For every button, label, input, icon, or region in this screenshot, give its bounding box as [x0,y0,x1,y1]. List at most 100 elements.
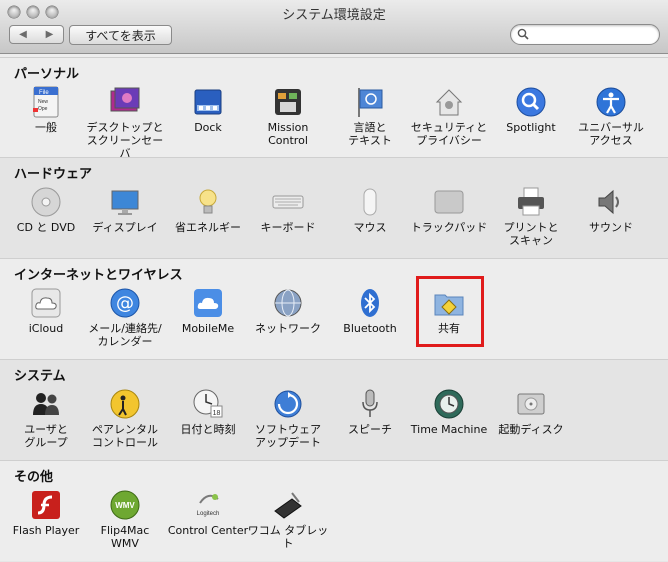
icloud-icon [31,288,61,318]
clock-calendar-icon: 18 [193,389,223,418]
pane-speech[interactable]: スピーチ [329,388,411,436]
pane-sound[interactable]: サウンド [570,186,652,234]
section-title: インターネットとワイヤレス [14,268,183,283]
pane-label: Dock [194,121,222,134]
section-internet-wireless: インターネットとワイヤレス iCloud @ メール/連絡先/ カレンダー Mo… [0,258,668,359]
pane-label: ユニバーサル アクセス [578,121,644,147]
show-all-button[interactable]: すべてを表示 [69,25,172,45]
pane-icloud[interactable]: iCloud [5,287,87,335]
display-icon [111,190,139,215]
pane-label: 言語と テキスト [348,121,392,147]
flash-player-icon [32,491,60,519]
pane-label: キーボード [260,221,316,234]
pane-label: 省エネルギー [175,221,241,234]
sharing-highlight-box [416,276,484,347]
printer-icon [518,187,544,216]
svg-text:Logitech: Logitech [197,511,220,517]
general-icon: File New Ope [33,86,59,118]
mouse-icon [363,188,377,216]
title-bar: システム環境設定 ◀ ▶ すべてを表示 [0,0,668,54]
pane-label: ペアレンタル コントロール [92,423,158,449]
trackpad-icon [434,190,464,214]
pane-dock[interactable]: Dock [167,86,249,134]
wacom-tablet-icon [274,492,302,519]
pane-cd-dvd[interactable]: CD と DVD [5,186,87,234]
pane-trackpad[interactable]: トラックパッド [408,186,490,234]
pane-label: Flip4Mac WMV [100,524,150,550]
at-sign-icon: @ [110,288,140,318]
pane-label: トラックパッド [410,221,488,234]
search-input[interactable] [533,27,657,44]
pane-mail-contacts-calendars[interactable]: @ メール/連絡先/ カレンダー [84,287,166,348]
pane-label: Bluetooth [343,322,397,335]
svg-text:File: File [39,90,49,96]
pane-label: 起動ディスク [498,423,564,436]
language-flag-icon [358,88,383,117]
pane-displays[interactable]: ディスプレイ [84,186,166,234]
pane-time-machine[interactable]: Time Machine [408,388,490,436]
section-title: その他 [14,470,54,485]
pane-label: Spotlight [506,121,556,134]
pane-label: ユーザと グループ [24,423,68,449]
svg-text:WMV: WMV [115,501,135,510]
pane-startup-disk[interactable]: 起動ディスク [490,388,572,436]
pane-flip4mac[interactable]: WMV Flip4Mac WMV [84,489,166,550]
pane-label: デスクトップと スクリーンセーバ [86,121,164,160]
pane-print-scan[interactable]: プリントと スキャン [490,186,572,247]
logitech-icon: Logitech [197,494,220,517]
pane-general[interactable]: File New Ope 一般 [5,86,87,134]
pane-label: 日付と時刻 [180,423,236,436]
svg-text:@: @ [116,293,134,314]
hard-disk-icon [517,393,545,415]
pane-flash-player[interactable]: Flash Player [5,489,87,537]
pane-language-text[interactable]: 言語と テキスト [329,86,411,147]
pane-label: ネットワーク [255,322,321,335]
pane-mobileme[interactable]: MobileMe [167,287,249,335]
speaker-icon [598,189,619,215]
pane-keyboard[interactable]: キーボード [247,186,329,234]
pane-label: メール/連絡先/ カレンダー [88,322,162,348]
house-security-icon [435,89,463,116]
pane-label: MobileMe [181,322,235,335]
forward-arrow-icon: ▶ [45,29,54,40]
users-icon [33,393,59,415]
pane-label: 一般 [35,121,57,134]
pane-spotlight[interactable]: Spotlight [490,86,572,134]
dock-icon [194,89,222,115]
mobileme-cloud-icon [194,289,222,317]
keyboard-icon [272,195,304,209]
back-button[interactable]: ◀ [9,25,37,44]
search-field[interactable] [510,24,660,45]
pane-bluetooth[interactable]: Bluetooth [329,287,411,335]
network-globe-icon [274,289,302,317]
pane-security-privacy[interactable]: セキュリティと プライバシー [408,86,490,147]
pane-energy-saver[interactable]: 省エネルギー [167,186,249,234]
section-personal: パーソナル File New Ope 一般 デスクトップと スクリーンセーバ D… [0,57,668,160]
pane-label: ソフトウェア アップデート [255,423,321,449]
section-title: システム [14,369,66,384]
pane-mission-control[interactable]: Mission Control [247,86,329,147]
pane-users-groups[interactable]: ユーザと グループ [5,388,87,449]
pane-wacom-tablet[interactable]: ワコム タブレット [247,489,329,550]
window-title: システム環境設定 [282,8,386,23]
pane-mouse[interactable]: マウス [329,186,411,234]
section-system: システム ユーザと グループ ペアレンタル コントロール 18 日付と時刻 ソフ… [0,359,668,460]
forward-button[interactable]: ▶ [36,25,64,44]
search-icon [517,28,529,40]
time-machine-icon [434,389,464,419]
pane-desktop-screensaver[interactable]: デスクトップと スクリーンセーバ [84,86,166,160]
pane-universal-access[interactable]: ユニバーサル アクセス [570,86,652,147]
software-update-icon [274,390,302,418]
pane-parental-controls[interactable]: ペアレンタル コントロール [84,388,166,449]
pane-label: iCloud [28,322,64,335]
desktop-screensaver-icon [110,87,140,112]
mission-control-icon [275,89,301,115]
disc-icon [31,187,61,217]
pane-logitech-control-center[interactable]: Logitech Control Center [167,489,249,537]
pane-label: サウンド [589,221,633,234]
pane-network[interactable]: ネットワーク [247,287,329,335]
pane-software-update[interactable]: ソフトウェア アップデート [247,388,329,449]
pane-date-time[interactable]: 18 日付と時刻 [167,388,249,436]
section-hardware: ハードウェア CD と DVD ディスプレイ 省エネルギー キーボード マウス … [0,157,668,258]
section-title: パーソナル [14,67,80,82]
